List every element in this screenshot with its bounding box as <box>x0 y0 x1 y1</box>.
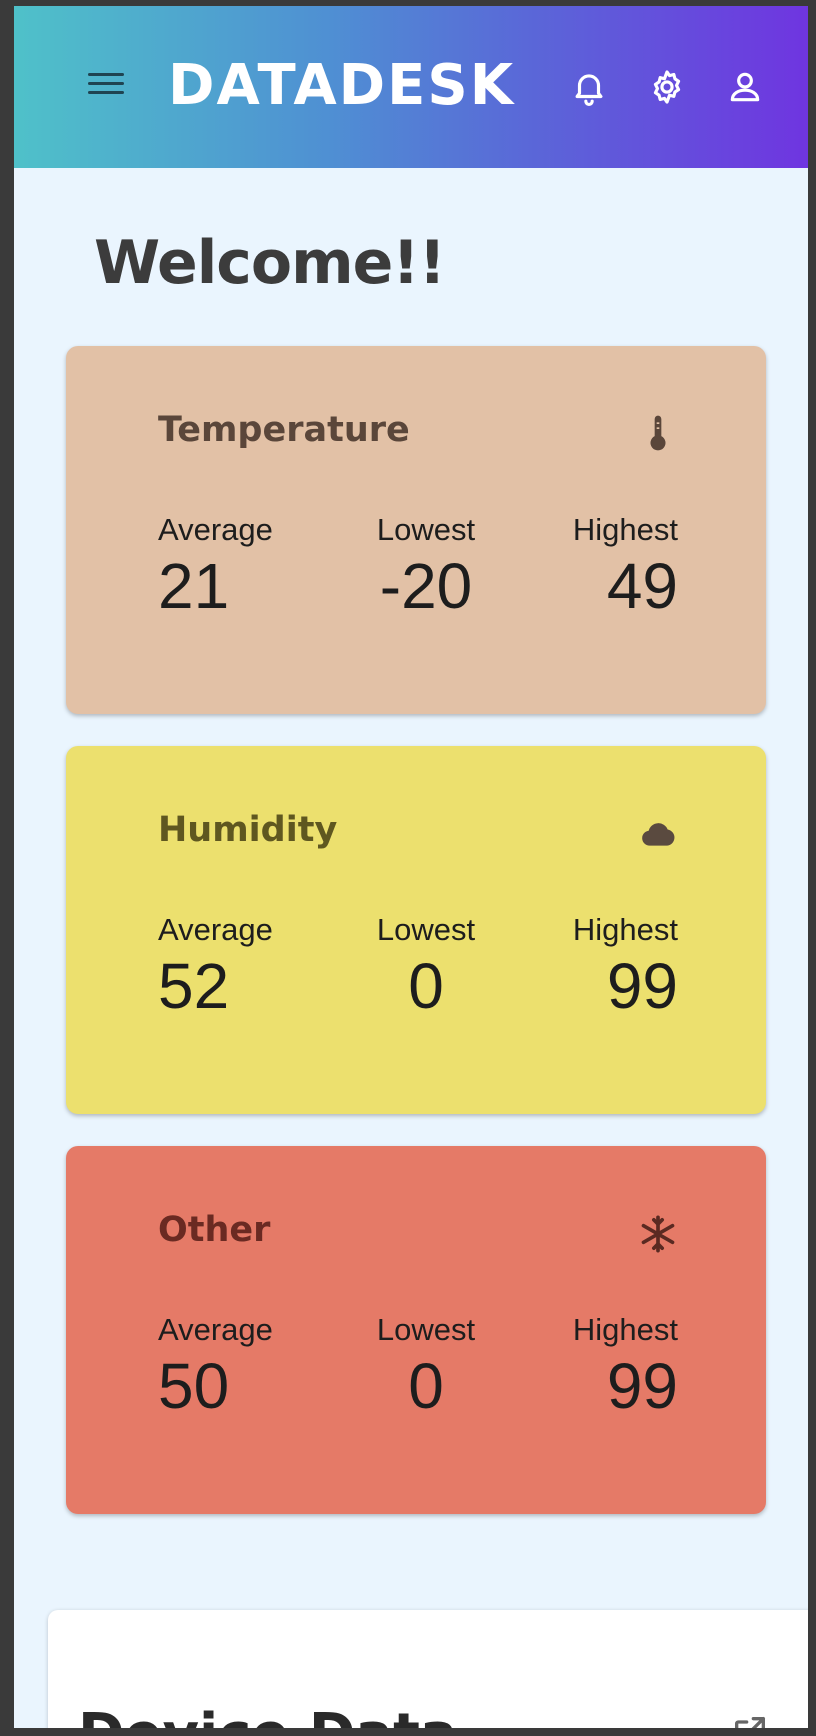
card-title: Other <box>158 1210 271 1250</box>
average-stat: Average 52 <box>158 912 273 1024</box>
humidity-card: Humidity Average 52 Lowest 0 Highest 99 <box>66 746 766 1114</box>
snowflake-icon <box>638 1214 678 1254</box>
average-label: Average <box>158 512 273 547</box>
average-value: 21 <box>158 550 230 622</box>
lowest-value: 0 <box>408 950 444 1022</box>
average-value: 50 <box>158 1350 230 1422</box>
open-external-icon[interactable] <box>730 1712 770 1728</box>
lowest-stat: Lowest 0 <box>366 912 486 1024</box>
highest-label: Highest <box>572 912 678 947</box>
average-stat: Average 50 <box>158 1312 273 1424</box>
lowest-label: Lowest <box>376 1312 476 1347</box>
average-label: Average <box>158 912 273 947</box>
lowest-value: 0 <box>408 1350 444 1422</box>
user-icon[interactable] <box>726 68 764 106</box>
highest-value: 99 <box>606 950 678 1022</box>
average-label: Average <box>158 1312 273 1347</box>
highest-label: Highest <box>572 1312 678 1347</box>
thermometer-icon <box>638 414 678 454</box>
highest-label: Highest <box>572 512 678 547</box>
bell-icon[interactable] <box>570 68 608 106</box>
device-data-title: Device Data <box>78 1702 458 1728</box>
app-viewport: DATADESK Welcome!! Temperature Average 2… <box>14 6 808 1728</box>
highest-stat: Highest 99 <box>573 1312 678 1424</box>
highest-value: 49 <box>606 550 678 622</box>
lowest-label: Lowest <box>376 912 476 947</box>
menu-icon[interactable] <box>86 68 126 102</box>
card-title: Temperature <box>158 410 410 450</box>
brand-logo[interactable]: DATADESK <box>168 54 515 118</box>
cloud-icon <box>638 814 678 854</box>
average-value: 52 <box>158 950 230 1022</box>
card-title: Humidity <box>158 810 338 850</box>
gear-icon[interactable] <box>648 68 686 106</box>
temperature-card: Temperature Average 21 Lowest -20 Highes… <box>66 346 766 714</box>
device-data-panel: Device Data <box>48 1610 808 1728</box>
other-card: Other Average 50 Lowest 0 Highest 99 <box>66 1146 766 1514</box>
lowest-value: -20 <box>379 550 473 622</box>
top-app-bar: DATADESK <box>14 6 808 168</box>
page-title: Welcome!! <box>94 228 446 298</box>
highest-value: 99 <box>606 1350 678 1422</box>
average-stat: Average 21 <box>158 512 273 624</box>
lowest-stat: Lowest 0 <box>366 1312 486 1424</box>
lowest-label: Lowest <box>376 512 476 547</box>
highest-stat: Highest 99 <box>573 912 678 1024</box>
highest-stat: Highest 49 <box>573 512 678 624</box>
lowest-stat: Lowest -20 <box>366 512 486 624</box>
